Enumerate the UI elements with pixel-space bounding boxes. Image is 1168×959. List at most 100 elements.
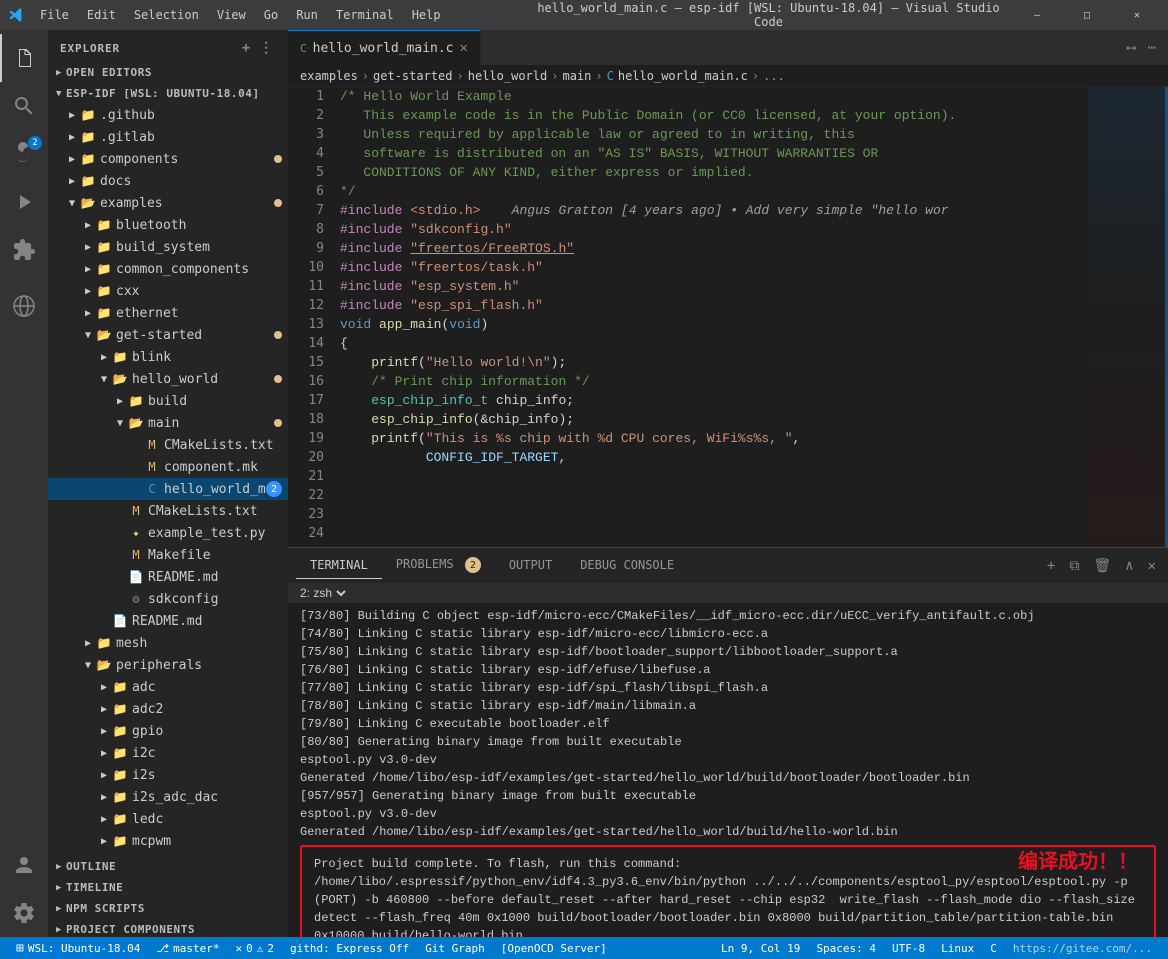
breadcrumb-main[interactable]: main — [562, 69, 591, 83]
tree-item-blink[interactable]: ▶ 📁 blink — [48, 346, 288, 368]
tree-item-cmakelists-hw[interactable]: ▶ M CMakeLists.txt — [48, 500, 288, 522]
new-file-button[interactable]: + — [240, 38, 253, 58]
status-position[interactable]: Ln 9, Col 19 — [713, 942, 808, 955]
tree-item-mcpwm[interactable]: ▶ 📁 mcpwm — [48, 830, 288, 852]
tree-item-adc2[interactable]: ▶ 📁 adc2 — [48, 698, 288, 720]
tree-item-hello-world-main-c[interactable]: ▶ C hello_world_main.c 2 — [48, 478, 288, 500]
tree-item-i2c[interactable]: ▶ 📁 i2c — [48, 742, 288, 764]
tree-item-mesh[interactable]: ▶ 📁 mesh — [48, 632, 288, 654]
tree-item-makefile[interactable]: ▶ M Makefile — [48, 544, 288, 566]
problems-tab[interactable]: PROBLEMS 2 — [382, 551, 495, 581]
tree-item-ledc[interactable]: ▶ 📁 ledc — [48, 808, 288, 830]
tree-item-docs[interactable]: ▶ 📁 docs — [48, 170, 288, 192]
tree-item-sdkconfig[interactable]: ▶ ⚙ sdkconfig — [48, 588, 288, 610]
status-spaces[interactable]: Spaces: 4 — [808, 942, 884, 955]
tree-item-get-started[interactable]: ▼ 📂 get-started — [48, 324, 288, 346]
tree-item-cxx[interactable]: ▶ 📁 cxx — [48, 280, 288, 302]
output-tab[interactable]: OUTPUT — [495, 552, 566, 579]
debug-console-tab[interactable]: DEBUG CONSOLE — [566, 552, 688, 579]
new-folder-button[interactable]: ⋮ — [257, 38, 276, 58]
status-openocd[interactable]: [OpenOCD Server] — [493, 937, 615, 959]
section-esp-idf[interactable]: ▼ ESP-IDF [WSL: UBUNTU-18.04] — [48, 83, 288, 104]
breadcrumb-filename[interactable]: hello_world_main.c — [618, 69, 748, 83]
activity-settings[interactable] — [0, 889, 48, 937]
tree-item-bluetooth[interactable]: ▶ 📁 bluetooth — [48, 214, 288, 236]
maximize-button[interactable]: □ — [1064, 0, 1110, 30]
tree-item-i2s[interactable]: ▶ 📁 i2s — [48, 764, 288, 786]
split-terminal-button[interactable]: ⧉ — [1065, 554, 1083, 578]
new-terminal-button[interactable]: + — [1043, 554, 1059, 578]
shell-selector[interactable]: 2: zsh — [296, 585, 349, 601]
tree-item-cmakelists-main[interactable]: ▶ M CMakeLists.txt — [48, 434, 288, 456]
menu-terminal[interactable]: Terminal — [328, 6, 402, 24]
status-language[interactable]: C — [982, 942, 1005, 955]
status-encoding[interactable]: UTF-8 — [884, 942, 933, 955]
tree-item-examples[interactable]: ▼ 📂 examples — [48, 192, 288, 214]
tree-item-peripherals[interactable]: ▼ 📂 peripherals — [48, 654, 288, 676]
activity-remote[interactable] — [0, 282, 48, 330]
code-editor[interactable]: /* Hello World Example This example code… — [332, 87, 1088, 547]
terminal-header: 2: zsh — [288, 583, 1168, 603]
close-panel-button[interactable]: ✕ — [1144, 554, 1160, 578]
menu-run[interactable]: Run — [288, 6, 326, 24]
tree-item-components[interactable]: ▶ 📁 components — [48, 148, 288, 170]
section-npm-scripts[interactable]: ▶ NPM SCRIPTS — [48, 898, 288, 919]
editor-tab-active[interactable]: C hello_world_main.c ✕ — [288, 30, 481, 65]
tree-item-readme-outer[interactable]: ▶ 📄 README.md — [48, 610, 288, 632]
menu-file[interactable]: File — [32, 6, 77, 24]
menu-go[interactable]: Go — [256, 6, 286, 24]
tree-item-example-test-py[interactable]: ▶ ✦ example_test.py — [48, 522, 288, 544]
maximize-panel-button[interactable]: ∧ — [1121, 554, 1137, 578]
activity-explorer[interactable] — [0, 34, 48, 82]
status-githd[interactable]: githd: Express Off — [282, 937, 417, 959]
examples-label: examples — [100, 196, 274, 211]
status-errors[interactable]: ✕ 0 ⚠ 2 — [227, 937, 282, 959]
section-outline[interactable]: ▶ OUTLINE — [48, 856, 288, 877]
tree-item-common-components[interactable]: ▶ 📁 common_components — [48, 258, 288, 280]
tree-item-i2s-adc-dac[interactable]: ▶ 📁 i2s_adc_dac — [48, 786, 288, 808]
tree-item-component-mk[interactable]: ▶ M component.mk — [48, 456, 288, 478]
tree-item-hello-world[interactable]: ▼ 📂 hello_world — [48, 368, 288, 390]
status-wsl[interactable]: ⊞ WSL: Ubuntu-18.04 — [8, 937, 148, 959]
bluetooth-arrow: ▶ — [80, 217, 96, 233]
sidebar-tree[interactable]: ▶ OPEN EDITORS ▼ ESP-IDF [WSL: UBUNTU-18… — [48, 62, 288, 937]
menu-view[interactable]: View — [209, 6, 254, 24]
breadcrumb-examples[interactable]: examples — [300, 69, 358, 83]
status-url[interactable]: https://gitee.com/... — [1005, 942, 1160, 955]
tab-close-button[interactable]: ✕ — [460, 40, 468, 56]
status-branch[interactable]: ⎇ master* — [148, 937, 227, 959]
terminal-tab[interactable]: TERMINAL — [296, 552, 382, 579]
more-actions-button[interactable]: ⋯ — [1144, 36, 1160, 60]
activity-extensions[interactable] — [0, 226, 48, 274]
breadcrumb-get-started[interactable]: get-started — [373, 69, 452, 83]
menu-help[interactable]: Help — [404, 6, 449, 24]
tree-item-build-system[interactable]: ▶ 📁 build_system — [48, 236, 288, 258]
terminal-content[interactable]: [73/80] Building C object esp-idf/micro-… — [288, 603, 1168, 937]
tree-item-build[interactable]: ▶ 📁 build — [48, 390, 288, 412]
activity-accounts[interactable] — [0, 841, 48, 889]
status-line-ending[interactable]: Linux — [933, 942, 982, 955]
activity-source-control[interactable]: 2 — [0, 130, 48, 178]
tree-item-readme-inner[interactable]: ▶ 📄 README.md — [48, 566, 288, 588]
breadcrumb-hello-world[interactable]: hello_world — [468, 69, 547, 83]
tree-item-adc[interactable]: ▶ 📁 adc — [48, 676, 288, 698]
minimize-button[interactable]: — — [1014, 0, 1060, 30]
breadcrumb-more[interactable]: ... — [763, 69, 785, 83]
i2s-adc-arrow: ▶ — [96, 789, 112, 805]
tree-item-github[interactable]: ▶ 📁 .github — [48, 104, 288, 126]
close-button[interactable]: ✕ — [1114, 0, 1160, 30]
activity-search[interactable] — [0, 82, 48, 130]
activity-run[interactable] — [0, 178, 48, 226]
tree-item-ethernet[interactable]: ▶ 📁 ethernet — [48, 302, 288, 324]
split-editor-button[interactable]: ⟷ — [1123, 36, 1139, 60]
tree-item-gitlab[interactable]: ▶ 📁 .gitlab — [48, 126, 288, 148]
kill-terminal-button[interactable]: 🗑 — [1089, 554, 1115, 578]
menu-edit[interactable]: Edit — [79, 6, 124, 24]
menu-selection[interactable]: Selection — [126, 6, 207, 24]
status-git-graph[interactable]: Git Graph — [417, 937, 493, 959]
section-open-editors[interactable]: ▶ OPEN EDITORS — [48, 62, 288, 83]
tree-item-main[interactable]: ▼ 📂 main — [48, 412, 288, 434]
section-project-components[interactable]: ▶ PROJECT COMPONENTS — [48, 919, 288, 937]
tree-item-gpio[interactable]: ▶ 📁 gpio — [48, 720, 288, 742]
section-timeline[interactable]: ▶ TIMELINE — [48, 877, 288, 898]
